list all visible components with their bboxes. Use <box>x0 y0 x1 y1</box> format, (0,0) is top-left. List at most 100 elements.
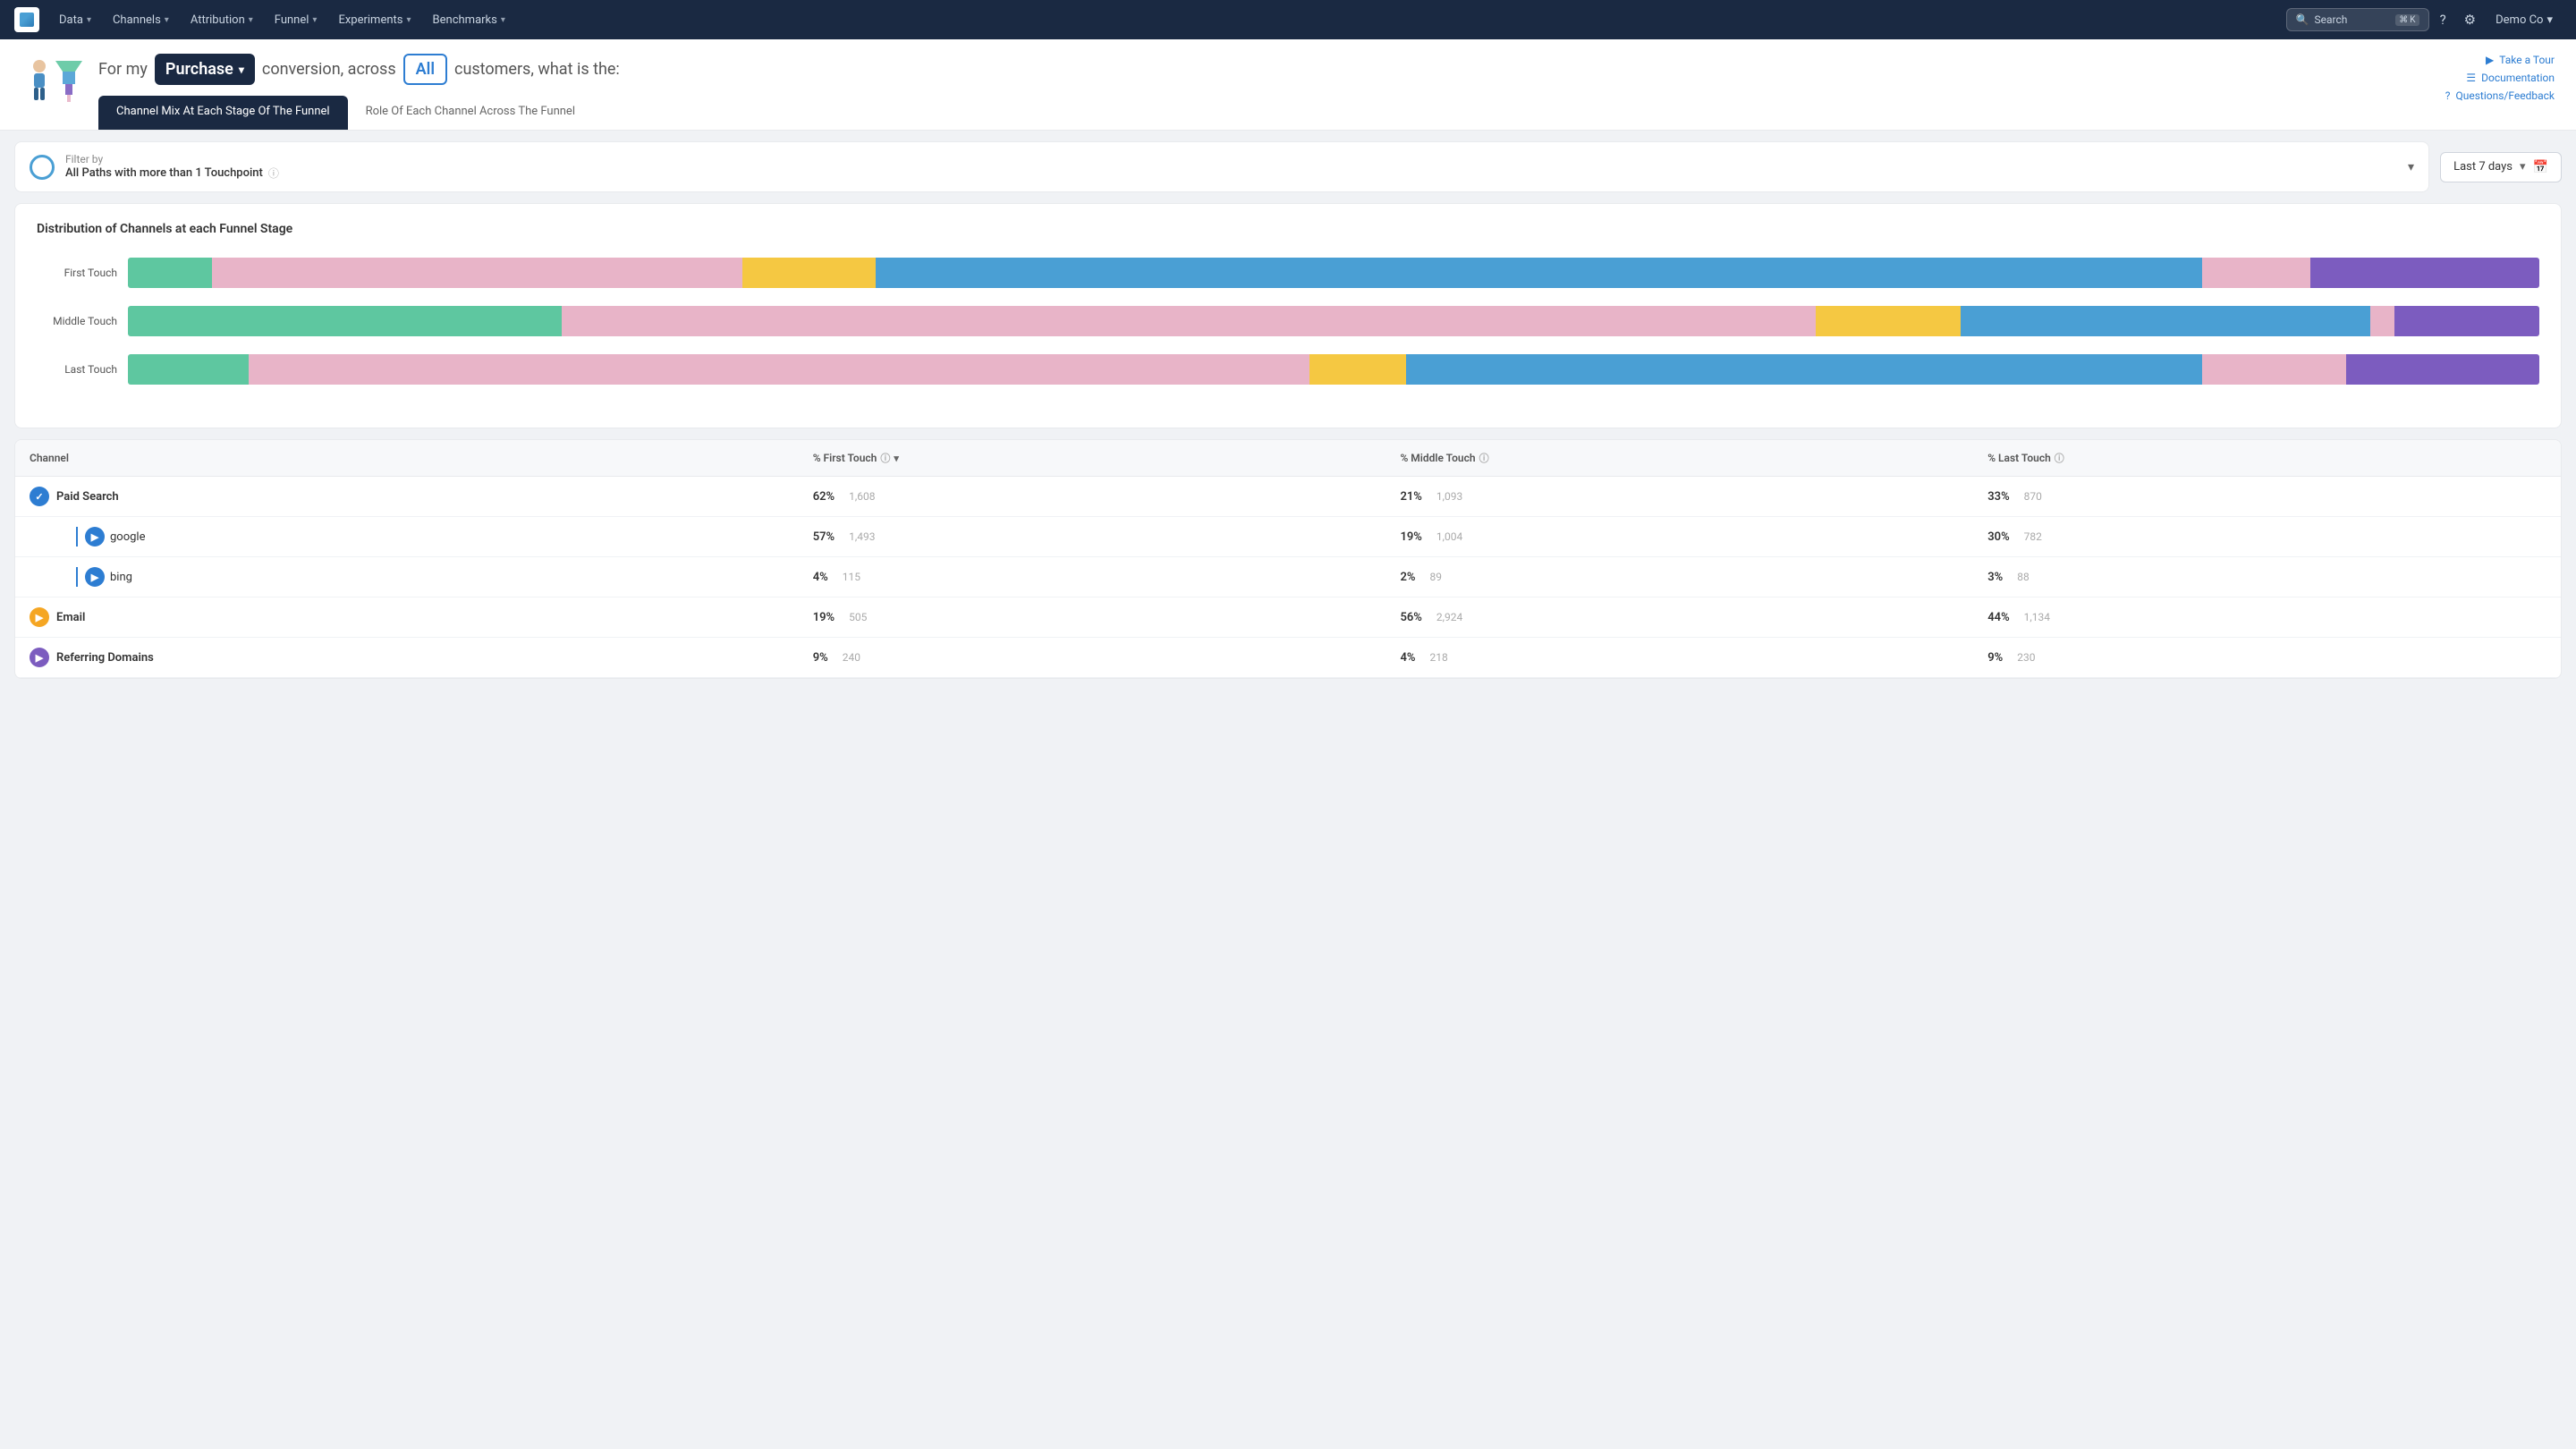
channel-icon[interactable]: ▶ <box>85 567 105 587</box>
channel-name: google <box>110 530 145 544</box>
chevron-down-icon: ▾ <box>2546 13 2553 27</box>
calendar-icon: 📅 <box>2533 160 2548 174</box>
last-touch-count: 230 <box>2017 651 2035 664</box>
help-icon: ⓘ <box>2055 451 2064 465</box>
filter-expand-button[interactable]: ▾ <box>2408 160 2414 174</box>
sort-icon[interactable]: ▾ <box>894 453 899 464</box>
chart-bar <box>128 354 2539 385</box>
table-row: ▶ bing 4% 115 2% 89 3% 88 <box>15 557 2561 597</box>
last-touch-count: 88 <box>2017 571 2029 583</box>
channel-name: Referring Domains <box>56 651 154 665</box>
channel-icon[interactable]: ✓ <box>30 487 49 506</box>
first-touch-pct: 57% <box>813 530 835 544</box>
last-touch-pct: 9% <box>1987 651 2003 665</box>
chevron-down-icon: ▾ <box>407 15 411 25</box>
last-touch-pct: 3% <box>1987 571 2003 584</box>
nav-item-funnel[interactable]: Funnel ▾ <box>266 8 326 32</box>
middle-touch-pct: 56% <box>1400 611 1421 624</box>
take-tour-link[interactable]: ▶ Take a Tour <box>2486 54 2555 66</box>
filter-row: Filter by All Paths with more than 1 Tou… <box>14 141 2562 192</box>
channel-icon[interactable]: ▶ <box>30 607 49 627</box>
table-body: ✓ Paid Search 62%1,60821%1,09333%870 ▶ g… <box>15 477 2561 678</box>
filter-text: Filter by All Paths with more than 1 Tou… <box>65 153 279 181</box>
table-column-header[interactable]: % Last Touch ⓘ <box>1973 440 2561 476</box>
chevron-down-icon: ▾ <box>2520 160 2526 174</box>
last-touch-pct: 44% <box>1987 611 2009 624</box>
first-touch-count: 240 <box>843 651 860 664</box>
question-icon: ? <box>2445 89 2451 102</box>
middle-touch-count: 218 <box>1429 651 1447 664</box>
filter-icon <box>30 155 55 180</box>
nav-item-benchmarks[interactable]: Benchmarks ▾ <box>424 8 514 32</box>
header-content: For my Purchase ▾ conversion, across All… <box>98 54 2555 130</box>
header-tabs: Channel Mix At Each Stage Of The Funnel … <box>98 96 2555 130</box>
nav-item-attribution[interactable]: Attribution ▾ <box>182 8 262 32</box>
user-menu[interactable]: Demo Co ▾ <box>2487 8 2562 32</box>
chevron-down-icon: ▾ <box>239 62 244 78</box>
table-row: ✓ Paid Search 62%1,60821%1,09333%870 <box>15 477 2561 517</box>
chart-row: Middle Touch <box>37 306 2539 336</box>
chart-bar <box>128 258 2539 288</box>
chart-section: Distribution of Channels at each Funnel … <box>14 203 2562 428</box>
first-touch-pct: 19% <box>813 611 835 624</box>
table-row: ▶ google 57%1,49319%1,00430%782 <box>15 517 2561 557</box>
first-touch-count: 1,608 <box>849 490 875 503</box>
documentation-link[interactable]: ☰ Documentation <box>2466 72 2555 84</box>
first-touch-count: 115 <box>843 571 860 583</box>
app-logo[interactable] <box>14 7 39 32</box>
segment-selector[interactable]: All <box>403 54 447 85</box>
channel-name: bing <box>110 571 132 584</box>
middle-touch-pct: 4% <box>1400 651 1415 665</box>
channel-name: Paid Search <box>56 490 119 504</box>
page-header: For my Purchase ▾ conversion, across All… <box>0 39 2576 131</box>
first-touch-pct: 62% <box>813 490 835 504</box>
play-icon: ▶ <box>2486 54 2494 66</box>
chevron-down-icon: ▾ <box>249 15 253 25</box>
chevron-down-icon: ▾ <box>165 15 169 25</box>
chevron-down-icon: ▾ <box>501 15 505 25</box>
middle-touch-count: 89 <box>1429 571 1442 583</box>
middle-touch-pct: 19% <box>1400 530 1421 544</box>
help-button[interactable]: ? <box>2433 6 2453 33</box>
first-touch-count: 1,493 <box>849 530 875 543</box>
first-touch-pct: 4% <box>813 571 828 584</box>
channel-icon[interactable]: ▶ <box>30 648 49 667</box>
chart-bar <box>128 306 2539 336</box>
header-sentence: For my Purchase ▾ conversion, across All… <box>98 54 2555 85</box>
filter-help-icon: ⓘ <box>268 165 279 181</box>
chevron-down-icon: ▾ <box>312 15 317 25</box>
table-header: Channel% First Touch ⓘ ▾% Middle Touch ⓘ… <box>15 440 2561 477</box>
conversion-selector[interactable]: Purchase ▾ <box>155 54 255 85</box>
tab-channel-mix[interactable]: Channel Mix At Each Stage Of The Funnel <box>98 96 348 130</box>
last-touch-pct: 30% <box>1987 530 2009 544</box>
middle-touch-count: 1,093 <box>1436 490 1462 503</box>
tab-role-channel[interactable]: Role Of Each Channel Across The Funnel <box>348 96 593 130</box>
last-touch-count: 782 <box>2024 530 2042 543</box>
middle-touch-pct: 21% <box>1400 490 1421 504</box>
date-filter[interactable]: Last 7 days ▾ 📅 <box>2440 152 2562 182</box>
table-row: ▶ Referring Domains 9%2404%2189%230 <box>15 638 2561 678</box>
settings-button[interactable]: ⚙ <box>2457 6 2483 33</box>
channel-name: Email <box>56 611 85 624</box>
search-icon: 🔍 <box>2296 13 2309 26</box>
first-touch-count: 505 <box>849 611 867 623</box>
channel-icon[interactable]: ▶ <box>85 527 105 547</box>
book-icon: ☰ <box>2466 72 2476 84</box>
table-column-header[interactable]: % First Touch ⓘ ▾ <box>799 440 1386 476</box>
top-navigation: Data ▾ Channels ▾ Attribution ▾ Funnel ▾… <box>0 0 2576 39</box>
nav-item-data[interactable]: Data ▾ <box>50 8 100 32</box>
middle-touch-count: 2,924 <box>1436 611 1462 623</box>
chevron-down-icon: ▾ <box>87 15 91 25</box>
last-touch-pct: 33% <box>1987 490 2009 504</box>
table-column-header[interactable]: % Middle Touch ⓘ <box>1385 440 1973 476</box>
table-row: ▶ Email 19%50556%2,92444%1,134 <box>15 597 2561 638</box>
keyboard-shortcut: ⌘ K <box>2395 14 2419 26</box>
chart-bars: First TouchMiddle TouchLast Touch <box>37 258 2539 410</box>
search-bar[interactable]: 🔍 Search ⌘ K <box>2286 8 2429 31</box>
feedback-link[interactable]: ? Questions/Feedback <box>2445 89 2555 102</box>
table-section: Channel% First Touch ⓘ ▾% Middle Touch ⓘ… <box>14 439 2562 679</box>
header-right-links: ▶ Take a Tour ☰ Documentation ? Question… <box>2445 54 2555 102</box>
middle-touch-pct: 2% <box>1400 571 1415 584</box>
nav-item-channels[interactable]: Channels ▾ <box>104 8 178 32</box>
nav-item-experiments[interactable]: Experiments ▾ <box>329 8 419 32</box>
